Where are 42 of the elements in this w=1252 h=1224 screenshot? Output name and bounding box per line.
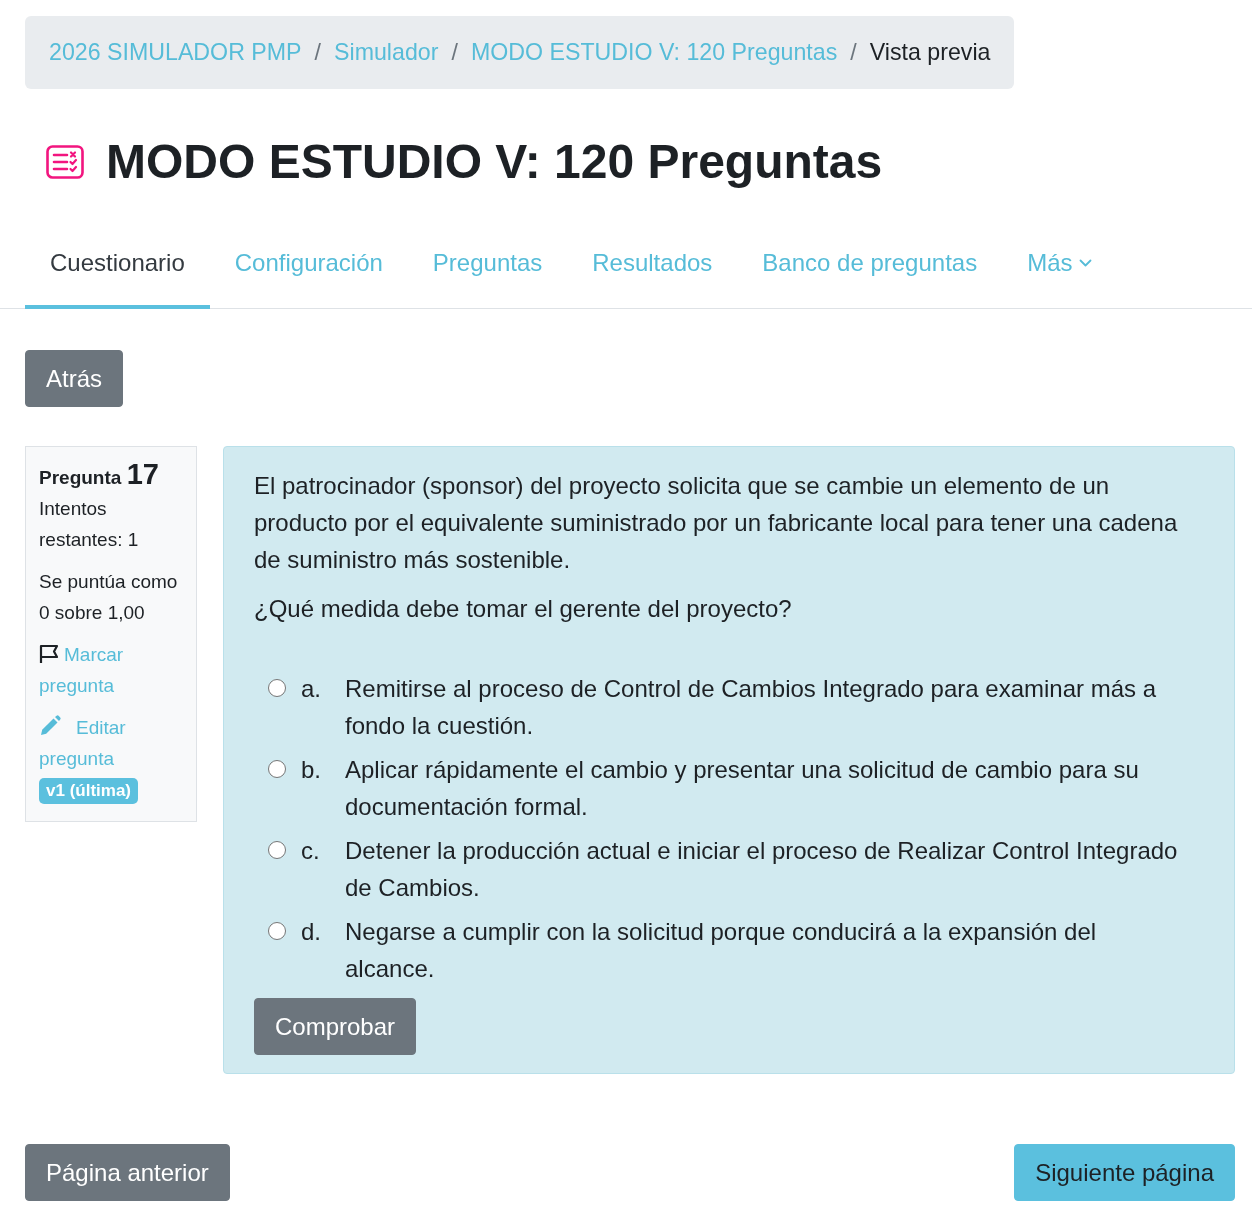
option-letter: d. xyxy=(301,916,322,947)
option-text: Aplicar rápidamente el cambio y presentar una solicitud de cambio para su documentación formal. xyxy=(345,754,1140,822)
question-text: El patrocinador (sponsor) del proyecto solicita que se cambie un elemento de un producto por el equivalente suministrado por un fabricante local para tener una cadena de suministro más sostenible. xyxy=(254,470,1179,575)
breadcrumb-link[interactable]: Simulador xyxy=(334,35,439,70)
next-page-button[interactable]: Siguiente página xyxy=(1014,1143,1235,1201)
option-letter: c. xyxy=(301,835,321,866)
check-button[interactable]: Comprobar xyxy=(254,997,417,1055)
option-letter: a. xyxy=(301,673,322,704)
option-text: Negarse a cumplir con la solicitud porque conducirá a la expansión del alcance. xyxy=(345,916,1098,984)
edit-question-link[interactable]: Editar pregunta xyxy=(39,711,183,774)
pencil-icon xyxy=(39,714,61,737)
previous-page-button[interactable]: Página anterior xyxy=(25,1143,230,1201)
page-title: MODO ESTUDIO V: 120 Preguntas xyxy=(106,134,883,190)
radio-button[interactable] xyxy=(268,759,286,778)
breadcrumb-separator: / xyxy=(850,38,857,68)
tab[interactable]: Resultados xyxy=(567,223,738,309)
option-letter: b. xyxy=(301,754,322,785)
version-badge: v1 (última) xyxy=(39,777,139,804)
question-label: Pregunta xyxy=(39,466,122,488)
flag-question-link[interactable]: Marcar pregunta xyxy=(39,638,183,701)
breadcrumb-link[interactable]: 2026 SIMULADOR PMP xyxy=(49,35,302,70)
back-button[interactable]: Atrás xyxy=(25,349,123,407)
tab[interactable]: Más xyxy=(1002,223,1117,309)
tab[interactable]: Cuestionario xyxy=(25,223,210,309)
checklist-icon xyxy=(46,144,84,179)
radio-button[interactable] xyxy=(268,921,286,940)
question-text: ¿Qué medida debe tomar el gerente del proyecto? xyxy=(254,593,793,624)
breadcrumb-separator: / xyxy=(451,38,458,68)
grade-info: Se puntúa como 0 sobre 1,00 xyxy=(39,569,179,625)
tab[interactable]: Banco de preguntas xyxy=(737,223,1003,309)
tab[interactable]: Preguntas xyxy=(407,223,568,309)
option-text: Remitirse al proceso de Control de Cambios Integrado para examinar más a fondo la cuestión. xyxy=(345,673,1158,741)
question-number: 17 xyxy=(126,457,159,490)
breadcrumb-link[interactable]: MODO ESTUDIO V: 120 Preguntas xyxy=(470,35,838,70)
tab[interactable]: Configuración xyxy=(209,223,408,309)
breadcrumb-current: Vista previa xyxy=(869,38,991,68)
breadcrumb-separator: / xyxy=(314,38,322,68)
radio-button[interactable] xyxy=(268,840,286,859)
flag-icon xyxy=(39,643,60,664)
radio-button[interactable] xyxy=(268,678,286,697)
attempts-remaining: Intentos restantes: 1 xyxy=(39,496,140,552)
option-text: Detener la producción actual e iniciar el proceso de Realizar Control Integrado de Cambios. xyxy=(345,835,1179,903)
